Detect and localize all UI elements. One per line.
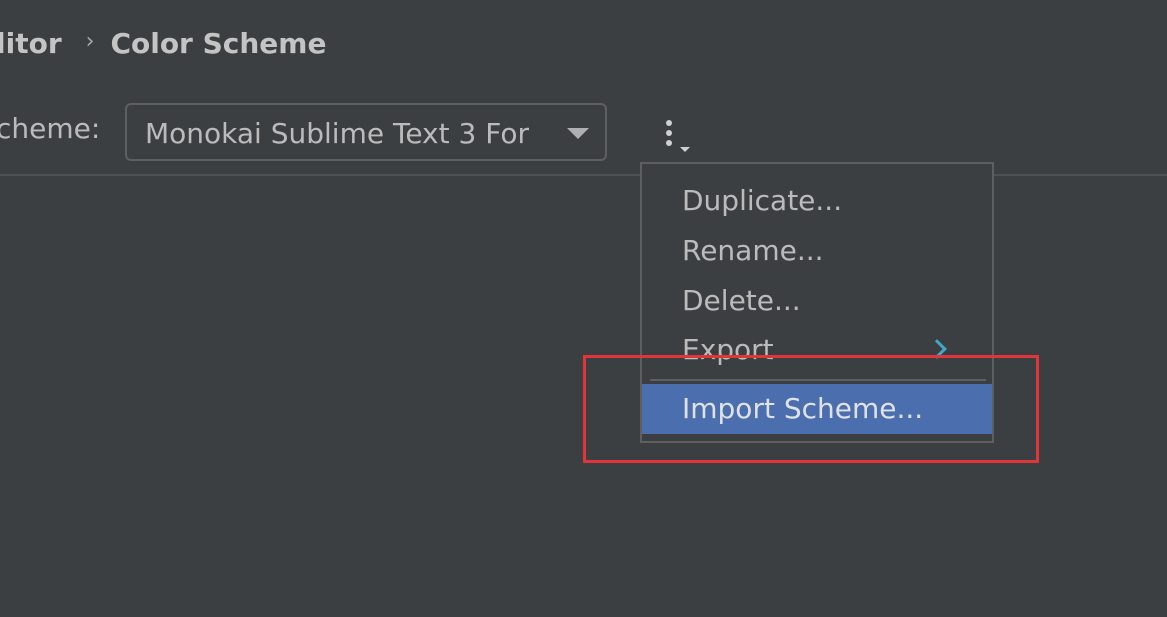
breadcrumb-parent[interactable]: litor bbox=[0, 27, 62, 60]
menu-item-export[interactable]: Export bbox=[642, 325, 992, 375]
dropdown-caret-icon bbox=[680, 147, 690, 152]
page-title: Color Scheme bbox=[110, 26, 327, 60]
color-scheme-settings-page: litor › Color Scheme cheme: Monokai Subl… bbox=[0, 0, 1167, 617]
more-actions-button[interactable] bbox=[656, 114, 696, 158]
menu-separator bbox=[650, 379, 986, 381]
scheme-actions-menu: Duplicate... Rename... Delete... Export … bbox=[640, 162, 994, 443]
menu-item-export-label: Export bbox=[682, 333, 774, 366]
scheme-label: cheme: bbox=[0, 112, 101, 145]
menu-item-delete[interactable]: Delete... bbox=[642, 276, 992, 326]
menu-item-import-scheme[interactable]: Import Scheme... bbox=[642, 384, 992, 434]
breadcrumb-separator-icon: › bbox=[85, 28, 95, 54]
menu-item-duplicate[interactable]: Duplicate... bbox=[642, 176, 992, 226]
scheme-dropdown-value: Monokai Sublime Text 3 For bbox=[145, 117, 529, 150]
breadcrumb: litor › Color Scheme bbox=[0, 22, 326, 64]
scheme-dropdown[interactable]: Monokai Sublime Text 3 For bbox=[125, 103, 607, 161]
chevron-down-icon bbox=[567, 128, 589, 139]
chevron-right-icon bbox=[927, 339, 947, 359]
menu-item-rename[interactable]: Rename... bbox=[642, 226, 992, 276]
